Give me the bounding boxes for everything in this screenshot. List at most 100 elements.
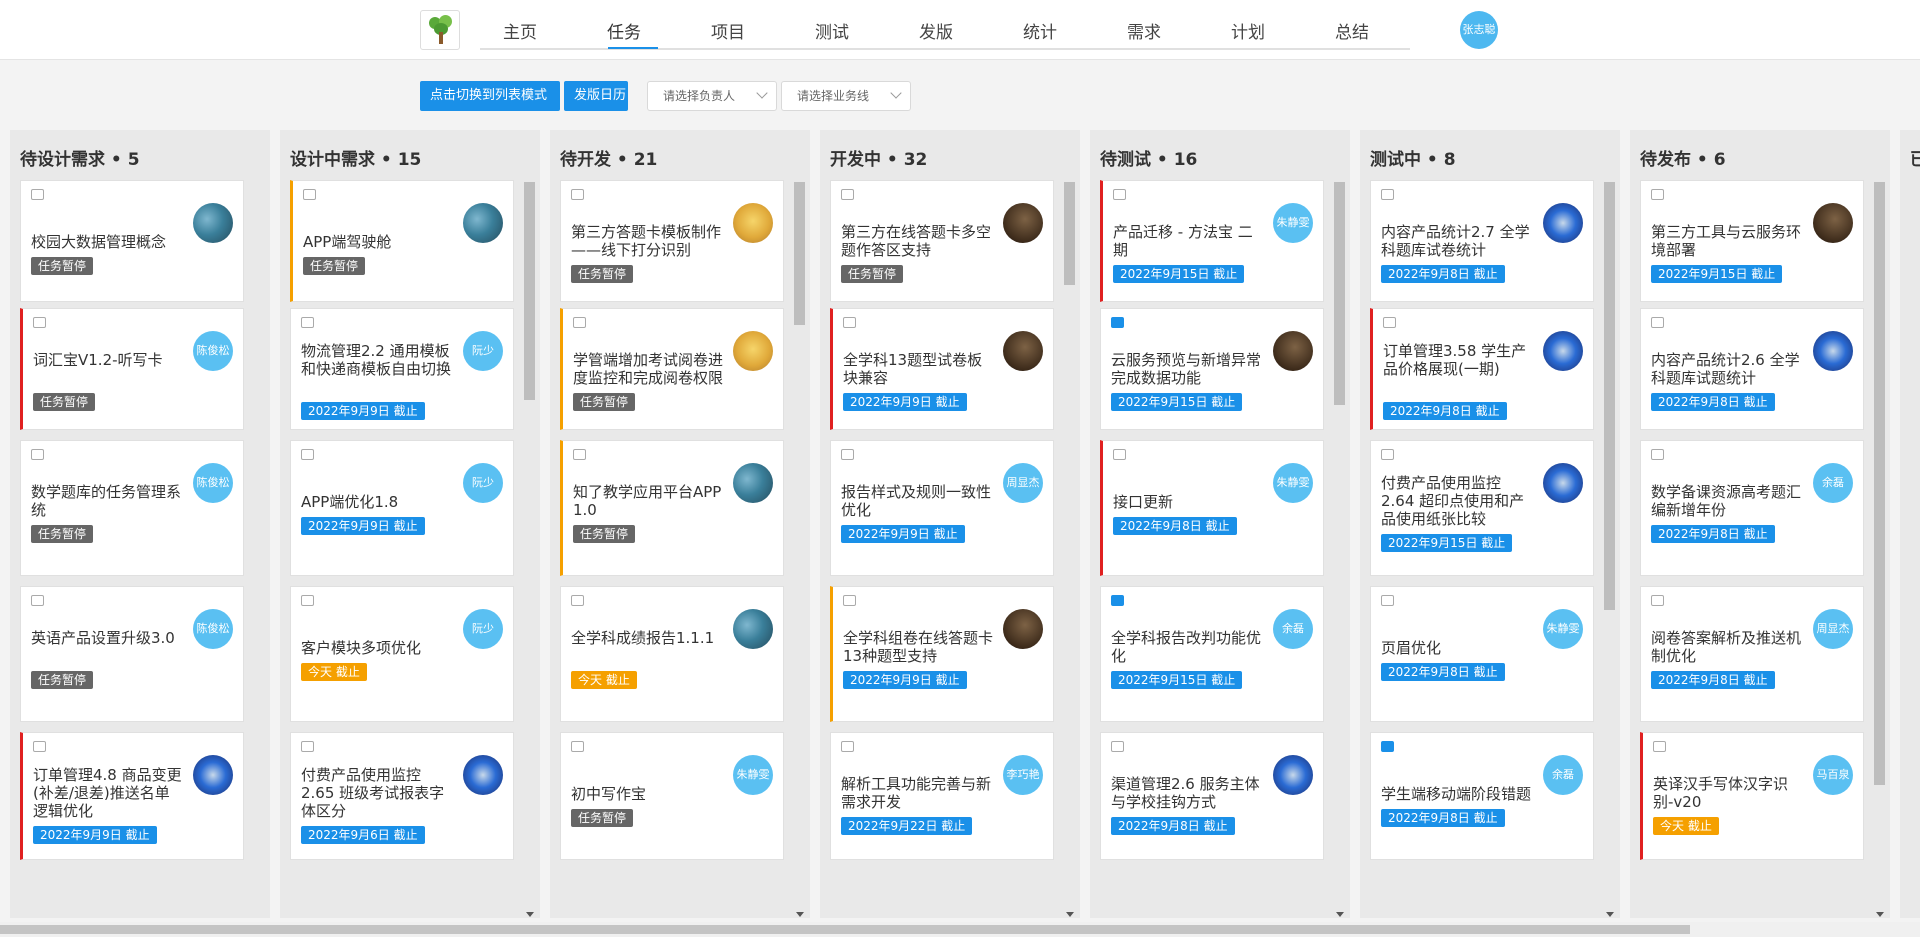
task-card[interactable]: 第三方在线答题卡多空题作答区支持 任务暂停 [830,180,1054,302]
nav-release[interactable]: 发版 [896,18,976,43]
column-scrollbar[interactable] [1063,182,1075,917]
scroll-down-arrow-icon[interactable] [1606,912,1614,917]
task-card[interactable]: 解析工具功能完善与新需求开发 2022年9月22日 截止 李巧艳 [830,732,1054,860]
assignee-avatar[interactable]: 余磊 [1543,755,1583,795]
assignee-avatar[interactable] [1003,331,1043,371]
column-scrollbar[interactable] [1333,182,1345,917]
task-card[interactable]: APP端优化1.8 2022年9月9日 截止 阮少 [290,440,514,576]
task-card[interactable]: 页眉优化 2022年9月8日 截止 朱静雯 [1370,586,1594,722]
task-card[interactable]: 内容产品统计2.6 全学科题库试题统计 2022年9月8日 截止 [1640,308,1864,430]
task-card[interactable]: 付费产品使用监控2.65 班级考试报表字体区分 2022年9月6日 截止 [290,732,514,860]
assignee-avatar[interactable]: 马百泉 [1813,755,1853,795]
task-card[interactable]: 订单管理3.58 学生产品价格展现(一期) 2022年9月8日 截止 [1370,308,1594,430]
assignee-avatar[interactable]: 阮少 [463,331,503,371]
scrollbar-thumb[interactable] [1874,182,1885,785]
task-card[interactable]: 全学科成绩报告1.1.1 今天 截止 [560,586,784,722]
assignee-avatar[interactable] [193,755,233,795]
assignee-avatar[interactable]: 朱静雯 [1273,203,1313,243]
assignee-avatar[interactable] [733,331,773,371]
scrollbar-thumb[interactable] [1064,182,1075,285]
task-card[interactable]: APP端驾驶舱 任务暂停 [290,180,514,302]
column-scrollbar[interactable] [793,182,805,917]
assignee-avatar[interactable] [1813,203,1853,243]
nav-summary[interactable]: 总结 [1312,18,1392,43]
nav-home[interactable]: 主页 [480,18,560,43]
nav-testing[interactable]: 测试 [792,18,872,43]
task-card[interactable]: 第三方答题卡模板制作——线下打分识别 任务暂停 [560,180,784,302]
assignee-avatar[interactable]: 周显杰 [1813,609,1853,649]
scrollbar-thumb[interactable] [794,182,805,325]
assignee-avatar[interactable]: 陈俊松 [193,331,233,371]
task-card[interactable]: 云服务预览与新增异常完成数据功能 2022年9月15日 截止 [1100,308,1324,430]
task-card[interactable]: 数学备课资源高考题汇编新增年份 2022年9月8日 截止 余磊 [1640,440,1864,576]
release-calendar-button[interactable]: 发版日历 [564,81,628,111]
task-card[interactable]: 渠道管理2.6 服务主体与学校挂钩方式 2022年9月8日 截止 [1100,732,1324,860]
user-avatar[interactable]: 张志聪 [1460,11,1498,49]
assignee-avatar[interactable] [1813,331,1853,371]
assignee-avatar[interactable]: 周显杰 [1003,463,1043,503]
scroll-down-arrow-icon[interactable] [1066,912,1074,917]
assignee-avatar[interactable] [733,463,773,503]
assignee-avatar[interactable]: 阮少 [463,463,503,503]
task-card[interactable]: 产品迁移 - 方法宝 二期 2022年9月15日 截止 朱静雯 [1100,180,1324,302]
task-card[interactable]: 付费产品使用监控2.64 超印点使用和产品使用纸张比较 2022年9月15日 截止 [1370,440,1594,576]
task-card[interactable]: 客户模块多项优化 今天 截止 阮少 [290,586,514,722]
task-card[interactable]: 全学科报告改判功能优化 2022年9月15日 截止 余磊 [1100,586,1324,722]
assignee-avatar[interactable] [1273,331,1313,371]
assignee-avatar[interactable] [1543,463,1583,503]
scroll-down-arrow-icon[interactable] [796,912,804,917]
nav-statistics[interactable]: 统计 [1000,18,1080,43]
switch-to-list-button[interactable]: 点击切换到列表模式 [420,81,560,111]
assignee-avatar[interactable] [1003,609,1043,649]
assignee-avatar[interactable] [463,755,503,795]
task-card[interactable]: 英语产品设置升级3.0 任务暂停 陈俊松 [20,586,244,722]
assignee-avatar[interactable]: 朱静雯 [1273,463,1313,503]
nav-tasks[interactable]: 任务 [584,18,664,43]
assignee-avatar[interactable]: 李巧艳 [1003,755,1043,795]
task-card[interactable]: 全学科组卷在线答题卡13种题型支持 2022年9月9日 截止 [830,586,1054,722]
task-card[interactable]: 物流管理2.2 通用模板和快递商模板自由切换 2022年9月9日 截止 阮少 [290,308,514,430]
task-card[interactable]: 报告样式及规则一致性优化 2022年9月9日 截止 周显杰 [830,440,1054,576]
task-card[interactable]: 英译汉手写体汉字识别-v20 今天 截止 马百泉 [1640,732,1864,860]
task-card[interactable]: 内容产品统计2.7 全学科题库试卷统计 2022年9月8日 截止 [1370,180,1594,302]
task-card[interactable]: 校园大数据管理概念 任务暂停 [20,180,244,302]
horizontal-scrollbar[interactable] [0,922,1920,937]
task-card[interactable]: 词汇宝V1.2-听写卡 任务暂停 陈俊松 [20,308,244,430]
scrollbar-thumb[interactable] [1604,182,1615,610]
nav-plan[interactable]: 计划 [1208,18,1288,43]
task-card[interactable]: 阅卷答案解析及推送机制优化 2022年9月8日 截止 周显杰 [1640,586,1864,722]
task-card[interactable]: 学管端增加考试阅卷进度监控和完成阅卷权限 任务暂停 [560,308,784,430]
horizontal-scrollbar-thumb[interactable] [0,925,1690,934]
assignee-avatar[interactable] [193,203,233,243]
column-scrollbar[interactable] [1603,182,1615,917]
assignee-avatar[interactable]: 余磊 [1273,609,1313,649]
assignee-avatar[interactable]: 陈俊松 [193,463,233,503]
nav-projects[interactable]: 项目 [688,18,768,43]
assignee-avatar[interactable] [733,203,773,243]
nav-requirements[interactable]: 需求 [1104,18,1184,43]
scrollbar-thumb[interactable] [1334,182,1345,405]
task-card[interactable]: 接口更新 2022年9月8日 截止 朱静雯 [1100,440,1324,576]
assignee-avatar[interactable]: 朱静雯 [733,755,773,795]
task-card[interactable]: 全学科13题型试卷板块兼容 2022年9月9日 截止 [830,308,1054,430]
assignee-avatar[interactable] [463,203,503,243]
assignee-avatar[interactable]: 余磊 [1813,463,1853,503]
task-card[interactable]: 学生端移动端阶段错题 2022年9月8日 截止 余磊 [1370,732,1594,860]
scroll-down-arrow-icon[interactable] [526,912,534,917]
assignee-avatar[interactable]: 陈俊松 [193,609,233,649]
task-card[interactable]: 订单管理4.8 商品变更(补差/退差)推送名单逻辑优化 2022年9月9日 截止 [20,732,244,860]
scroll-down-arrow-icon[interactable] [1876,912,1884,917]
task-card[interactable]: 第三方工具与云服务环境部署 2022年9月15日 截止 [1640,180,1864,302]
assignee-avatar[interactable] [1003,203,1043,243]
scrollbar-thumb[interactable] [524,182,535,400]
column-scrollbar[interactable] [1873,182,1885,917]
tree-logo-icon[interactable] [420,10,460,50]
assignee-avatar[interactable] [733,609,773,649]
assignee-avatar[interactable] [1543,331,1583,371]
assignee-avatar[interactable]: 阮少 [463,609,503,649]
task-card[interactable]: 初中写作宝 任务暂停 朱静雯 [560,732,784,860]
assignee-avatar[interactable] [1543,203,1583,243]
task-card[interactable]: 数学题库的任务管理系统 任务暂停 陈俊松 [20,440,244,576]
scroll-down-arrow-icon[interactable] [1336,912,1344,917]
business-line-select[interactable]: 请选择业务线 [781,81,911,111]
